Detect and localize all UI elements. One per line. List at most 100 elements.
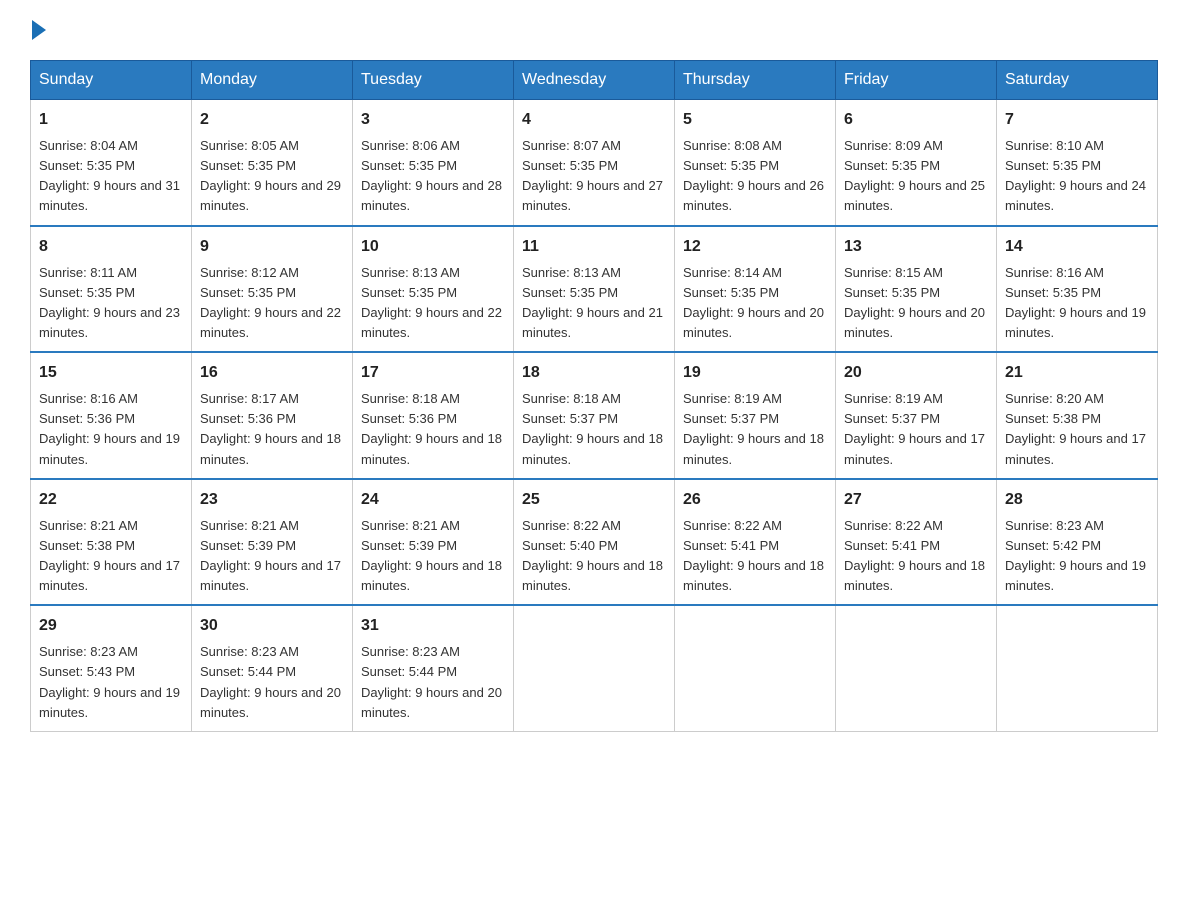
- calendar-day-cell: 18 Sunrise: 8:18 AMSunset: 5:37 PMDaylig…: [514, 352, 675, 479]
- day-number: 14: [1005, 235, 1149, 259]
- calendar-week-row: 22 Sunrise: 8:21 AMSunset: 5:38 PMDaylig…: [31, 479, 1158, 606]
- day-info: Sunrise: 8:21 AMSunset: 5:39 PMDaylight:…: [361, 518, 502, 593]
- day-info: Sunrise: 8:09 AMSunset: 5:35 PMDaylight:…: [844, 138, 985, 213]
- calendar-day-cell: 23 Sunrise: 8:21 AMSunset: 5:39 PMDaylig…: [192, 479, 353, 606]
- day-number: 19: [683, 361, 827, 385]
- day-number: 2: [200, 108, 344, 132]
- day-info: Sunrise: 8:22 AMSunset: 5:40 PMDaylight:…: [522, 518, 663, 593]
- calendar-day-cell: 20 Sunrise: 8:19 AMSunset: 5:37 PMDaylig…: [836, 352, 997, 479]
- calendar-day-cell: 29 Sunrise: 8:23 AMSunset: 5:43 PMDaylig…: [31, 605, 192, 731]
- day-of-week-header: Friday: [836, 61, 997, 100]
- day-info: Sunrise: 8:19 AMSunset: 5:37 PMDaylight:…: [683, 391, 824, 466]
- calendar-week-row: 8 Sunrise: 8:11 AMSunset: 5:35 PMDayligh…: [31, 226, 1158, 353]
- day-number: 24: [361, 488, 505, 512]
- day-number: 31: [361, 614, 505, 638]
- day-info: Sunrise: 8:11 AMSunset: 5:35 PMDaylight:…: [39, 265, 180, 340]
- day-number: 11: [522, 235, 666, 259]
- day-info: Sunrise: 8:22 AMSunset: 5:41 PMDaylight:…: [844, 518, 985, 593]
- calendar-day-cell: 7 Sunrise: 8:10 AMSunset: 5:35 PMDayligh…: [997, 100, 1158, 226]
- calendar-week-row: 15 Sunrise: 8:16 AMSunset: 5:36 PMDaylig…: [31, 352, 1158, 479]
- calendar-day-cell: 22 Sunrise: 8:21 AMSunset: 5:38 PMDaylig…: [31, 479, 192, 606]
- day-number: 3: [361, 108, 505, 132]
- day-of-week-header: Saturday: [997, 61, 1158, 100]
- calendar-day-cell: 31 Sunrise: 8:23 AMSunset: 5:44 PMDaylig…: [353, 605, 514, 731]
- day-info: Sunrise: 8:06 AMSunset: 5:35 PMDaylight:…: [361, 138, 502, 213]
- day-of-week-header: Sunday: [31, 61, 192, 100]
- calendar-day-cell: 17 Sunrise: 8:18 AMSunset: 5:36 PMDaylig…: [353, 352, 514, 479]
- day-number: 21: [1005, 361, 1149, 385]
- day-info: Sunrise: 8:04 AMSunset: 5:35 PMDaylight:…: [39, 138, 180, 213]
- day-number: 12: [683, 235, 827, 259]
- calendar-day-cell: 12 Sunrise: 8:14 AMSunset: 5:35 PMDaylig…: [675, 226, 836, 353]
- day-number: 17: [361, 361, 505, 385]
- calendar-day-cell: 1 Sunrise: 8:04 AMSunset: 5:35 PMDayligh…: [31, 100, 192, 226]
- day-number: 20: [844, 361, 988, 385]
- day-info: Sunrise: 8:19 AMSunset: 5:37 PMDaylight:…: [844, 391, 985, 466]
- calendar-day-cell: 6 Sunrise: 8:09 AMSunset: 5:35 PMDayligh…: [836, 100, 997, 226]
- calendar-week-row: 29 Sunrise: 8:23 AMSunset: 5:43 PMDaylig…: [31, 605, 1158, 731]
- calendar-day-cell: [836, 605, 997, 731]
- calendar-day-cell: 8 Sunrise: 8:11 AMSunset: 5:35 PMDayligh…: [31, 226, 192, 353]
- calendar-day-cell: 19 Sunrise: 8:19 AMSunset: 5:37 PMDaylig…: [675, 352, 836, 479]
- day-info: Sunrise: 8:13 AMSunset: 5:35 PMDaylight:…: [522, 265, 663, 340]
- page-header: [30, 20, 1158, 40]
- calendar-day-cell: 2 Sunrise: 8:05 AMSunset: 5:35 PMDayligh…: [192, 100, 353, 226]
- day-info: Sunrise: 8:16 AMSunset: 5:35 PMDaylight:…: [1005, 265, 1146, 340]
- day-info: Sunrise: 8:23 AMSunset: 5:44 PMDaylight:…: [361, 644, 502, 719]
- day-info: Sunrise: 8:18 AMSunset: 5:37 PMDaylight:…: [522, 391, 663, 466]
- day-info: Sunrise: 8:21 AMSunset: 5:39 PMDaylight:…: [200, 518, 341, 593]
- calendar-day-cell: 14 Sunrise: 8:16 AMSunset: 5:35 PMDaylig…: [997, 226, 1158, 353]
- calendar-day-cell: [675, 605, 836, 731]
- day-number: 7: [1005, 108, 1149, 132]
- day-number: 18: [522, 361, 666, 385]
- calendar-day-cell: 13 Sunrise: 8:15 AMSunset: 5:35 PMDaylig…: [836, 226, 997, 353]
- day-info: Sunrise: 8:13 AMSunset: 5:35 PMDaylight:…: [361, 265, 502, 340]
- day-of-week-header: Thursday: [675, 61, 836, 100]
- calendar-day-cell: 15 Sunrise: 8:16 AMSunset: 5:36 PMDaylig…: [31, 352, 192, 479]
- day-of-week-header: Monday: [192, 61, 353, 100]
- day-number: 15: [39, 361, 183, 385]
- day-info: Sunrise: 8:22 AMSunset: 5:41 PMDaylight:…: [683, 518, 824, 593]
- calendar-day-cell: 27 Sunrise: 8:22 AMSunset: 5:41 PMDaylig…: [836, 479, 997, 606]
- day-number: 13: [844, 235, 988, 259]
- calendar-week-row: 1 Sunrise: 8:04 AMSunset: 5:35 PMDayligh…: [31, 100, 1158, 226]
- day-number: 25: [522, 488, 666, 512]
- day-number: 1: [39, 108, 183, 132]
- day-number: 26: [683, 488, 827, 512]
- calendar-day-cell: 3 Sunrise: 8:06 AMSunset: 5:35 PMDayligh…: [353, 100, 514, 226]
- calendar-day-cell: 30 Sunrise: 8:23 AMSunset: 5:44 PMDaylig…: [192, 605, 353, 731]
- day-number: 4: [522, 108, 666, 132]
- calendar-day-cell: 16 Sunrise: 8:17 AMSunset: 5:36 PMDaylig…: [192, 352, 353, 479]
- calendar-day-cell: 9 Sunrise: 8:12 AMSunset: 5:35 PMDayligh…: [192, 226, 353, 353]
- day-number: 27: [844, 488, 988, 512]
- day-info: Sunrise: 8:14 AMSunset: 5:35 PMDaylight:…: [683, 265, 824, 340]
- day-number: 29: [39, 614, 183, 638]
- day-info: Sunrise: 8:18 AMSunset: 5:36 PMDaylight:…: [361, 391, 502, 466]
- calendar-day-cell: [997, 605, 1158, 731]
- day-info: Sunrise: 8:08 AMSunset: 5:35 PMDaylight:…: [683, 138, 824, 213]
- day-number: 10: [361, 235, 505, 259]
- day-number: 5: [683, 108, 827, 132]
- day-info: Sunrise: 8:23 AMSunset: 5:43 PMDaylight:…: [39, 644, 180, 719]
- calendar-day-cell: 4 Sunrise: 8:07 AMSunset: 5:35 PMDayligh…: [514, 100, 675, 226]
- day-info: Sunrise: 8:12 AMSunset: 5:35 PMDaylight:…: [200, 265, 341, 340]
- day-info: Sunrise: 8:10 AMSunset: 5:35 PMDaylight:…: [1005, 138, 1146, 213]
- day-number: 30: [200, 614, 344, 638]
- calendar-day-cell: 28 Sunrise: 8:23 AMSunset: 5:42 PMDaylig…: [997, 479, 1158, 606]
- day-number: 8: [39, 235, 183, 259]
- calendar-day-cell: 26 Sunrise: 8:22 AMSunset: 5:41 PMDaylig…: [675, 479, 836, 606]
- day-of-week-header: Tuesday: [353, 61, 514, 100]
- day-info: Sunrise: 8:16 AMSunset: 5:36 PMDaylight:…: [39, 391, 180, 466]
- day-info: Sunrise: 8:23 AMSunset: 5:44 PMDaylight:…: [200, 644, 341, 719]
- calendar-day-cell: 24 Sunrise: 8:21 AMSunset: 5:39 PMDaylig…: [353, 479, 514, 606]
- day-info: Sunrise: 8:17 AMSunset: 5:36 PMDaylight:…: [200, 391, 341, 466]
- calendar-header-row: SundayMondayTuesdayWednesdayThursdayFrid…: [31, 61, 1158, 100]
- logo-arrow-icon: [32, 20, 46, 40]
- day-info: Sunrise: 8:21 AMSunset: 5:38 PMDaylight:…: [39, 518, 180, 593]
- logo: [30, 20, 48, 40]
- day-number: 28: [1005, 488, 1149, 512]
- day-number: 22: [39, 488, 183, 512]
- calendar-day-cell: 10 Sunrise: 8:13 AMSunset: 5:35 PMDaylig…: [353, 226, 514, 353]
- day-number: 16: [200, 361, 344, 385]
- calendar-table: SundayMondayTuesdayWednesdayThursdayFrid…: [30, 60, 1158, 732]
